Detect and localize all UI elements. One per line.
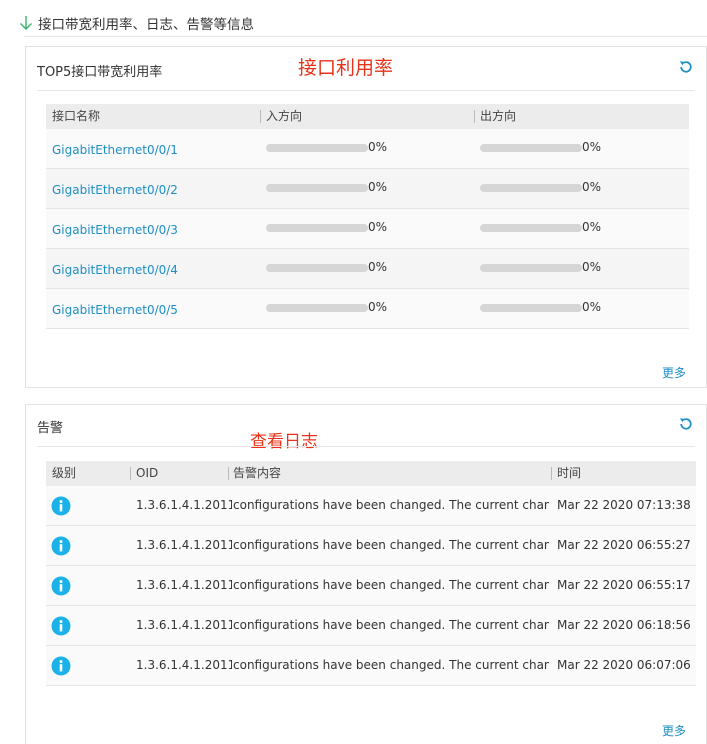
table-row: GigabitEthernet0/0/4 0% 0%	[46, 249, 689, 289]
table-row: 1.3.6.1.4.1.2011... configurations have …	[46, 606, 696, 646]
bandwidth-panel: TOP5接口带宽利用率 接口利用率 接口名称 入方向 出方向 GigabitEt…	[25, 46, 707, 388]
out-utilization-value: 0%	[582, 140, 602, 154]
out-utilization-bar	[480, 184, 582, 192]
out-utilization-bar	[480, 144, 582, 152]
section-title: 接口带宽利用率、日志、告警等信息	[38, 17, 254, 33]
alarm-time: Mar 22 2020 06:55:17	[557, 578, 691, 592]
more-link[interactable]: 更多	[662, 722, 686, 739]
column-header-out: 出方向	[480, 109, 517, 123]
alarm-time: Mar 22 2020 06:55:27	[557, 538, 691, 552]
in-utilization-bar	[266, 304, 368, 312]
alarm-time: Mar 22 2020 06:07:06	[557, 658, 691, 672]
alarm-time: Mar 22 2020 06:18:56	[557, 618, 691, 632]
bandwidth-panel-title: TOP5接口带宽利用率	[37, 65, 163, 80]
arrow-down-icon	[20, 16, 32, 30]
out-utilization-value: 0%	[582, 300, 602, 314]
table-header: 级别 OID 告警内容 时间	[46, 461, 696, 486]
alarm-time: Mar 22 2020 07:13:38	[557, 498, 691, 512]
out-utilization-bar	[480, 264, 582, 272]
alarm-oid: 1.3.6.1.4.1.2011...	[136, 538, 232, 552]
alarm-oid: 1.3.6.1.4.1.2011...	[136, 578, 232, 592]
more-link[interactable]: 更多	[662, 364, 686, 381]
alarm-content: configurations have been changed. The cu…	[233, 618, 549, 632]
column-separator	[130, 467, 131, 480]
alarm-table: 级别 OID 告警内容 时间 1.3.6.1.4.1.2011... confi…	[46, 461, 696, 686]
alarm-panel: 告警 查看日志 级别 OID 告警内容 时间 1.3.6.1.4.1.2011.…	[25, 404, 707, 744]
column-separator	[551, 467, 552, 480]
in-utilization-value: 0%	[368, 260, 388, 274]
table-row: GigabitEthernet0/0/1 0% 0%	[46, 129, 689, 169]
out-utilization-value: 0%	[582, 220, 602, 234]
interface-link[interactable]: GigabitEthernet0/0/2	[52, 183, 178, 197]
refresh-icon[interactable]	[678, 59, 694, 75]
interface-link[interactable]: GigabitEthernet0/0/4	[52, 263, 178, 277]
column-header-content: 告警内容	[233, 466, 282, 480]
panel-divider	[37, 446, 695, 447]
column-header-time: 时间	[557, 466, 582, 480]
table-header: 接口名称 入方向 出方向	[46, 104, 689, 129]
out-utilization-value: 0%	[582, 260, 602, 274]
alarm-oid: 1.3.6.1.4.1.2011...	[136, 658, 232, 672]
alarm-oid: 1.3.6.1.4.1.2011...	[136, 498, 232, 512]
column-header-in: 入方向	[266, 109, 303, 123]
out-utilization-bar	[480, 304, 582, 312]
in-utilization-value: 0%	[368, 220, 388, 234]
info-icon	[51, 536, 71, 556]
interface-link[interactable]: GigabitEthernet0/0/1	[52, 143, 178, 157]
info-icon	[51, 616, 71, 636]
in-utilization-bar	[266, 224, 368, 232]
in-utilization-value: 0%	[368, 180, 388, 194]
in-utilization-value: 0%	[368, 140, 388, 154]
alarm-content: configurations have been changed. The cu…	[233, 498, 549, 512]
in-utilization-bar	[266, 264, 368, 272]
table-row: 1.3.6.1.4.1.2011... configurations have …	[46, 566, 696, 606]
column-separator	[260, 110, 261, 123]
table-row: 1.3.6.1.4.1.2011... configurations have …	[46, 526, 696, 566]
panel-divider	[37, 90, 695, 91]
table-row: 1.3.6.1.4.1.2011... configurations have …	[46, 486, 696, 526]
out-utilization-bar	[480, 224, 582, 232]
column-header-oid: OID	[136, 466, 159, 480]
interface-link[interactable]: GigabitEthernet0/0/5	[52, 303, 178, 317]
in-utilization-value: 0%	[368, 300, 388, 314]
table-row: GigabitEthernet0/0/3 0% 0%	[46, 209, 689, 249]
column-separator	[474, 110, 475, 123]
refresh-icon[interactable]	[678, 416, 694, 432]
alarm-panel-title: 告警	[37, 421, 64, 436]
table-row: 1.3.6.1.4.1.2011... configurations have …	[46, 646, 696, 686]
section-divider	[24, 36, 707, 37]
column-header-name: 接口名称	[52, 109, 101, 123]
info-icon	[51, 496, 71, 516]
bandwidth-annotation: 接口利用率	[298, 57, 394, 79]
alarm-content: configurations have been changed. The cu…	[233, 658, 549, 672]
table-row: GigabitEthernet0/0/2 0% 0%	[46, 169, 689, 209]
section-header[interactable]: 接口带宽利用率、日志、告警等信息	[18, 12, 254, 34]
column-separator	[228, 467, 229, 480]
alarm-content: configurations have been changed. The cu…	[233, 538, 549, 552]
interface-link[interactable]: GigabitEthernet0/0/3	[52, 223, 178, 237]
column-header-level: 级别	[52, 466, 77, 480]
alarm-oid: 1.3.6.1.4.1.2011...	[136, 618, 232, 632]
table-row: GigabitEthernet0/0/5 0% 0%	[46, 289, 689, 329]
in-utilization-bar	[266, 184, 368, 192]
out-utilization-value: 0%	[582, 180, 602, 194]
info-icon	[51, 656, 71, 676]
alarm-annotation: 查看日志	[250, 432, 318, 452]
bandwidth-table: 接口名称 入方向 出方向 GigabitEthernet0/0/1 0% 0% …	[46, 104, 689, 329]
in-utilization-bar	[266, 144, 368, 152]
info-icon	[51, 576, 71, 596]
alarm-content: configurations have been changed. The cu…	[233, 578, 549, 592]
